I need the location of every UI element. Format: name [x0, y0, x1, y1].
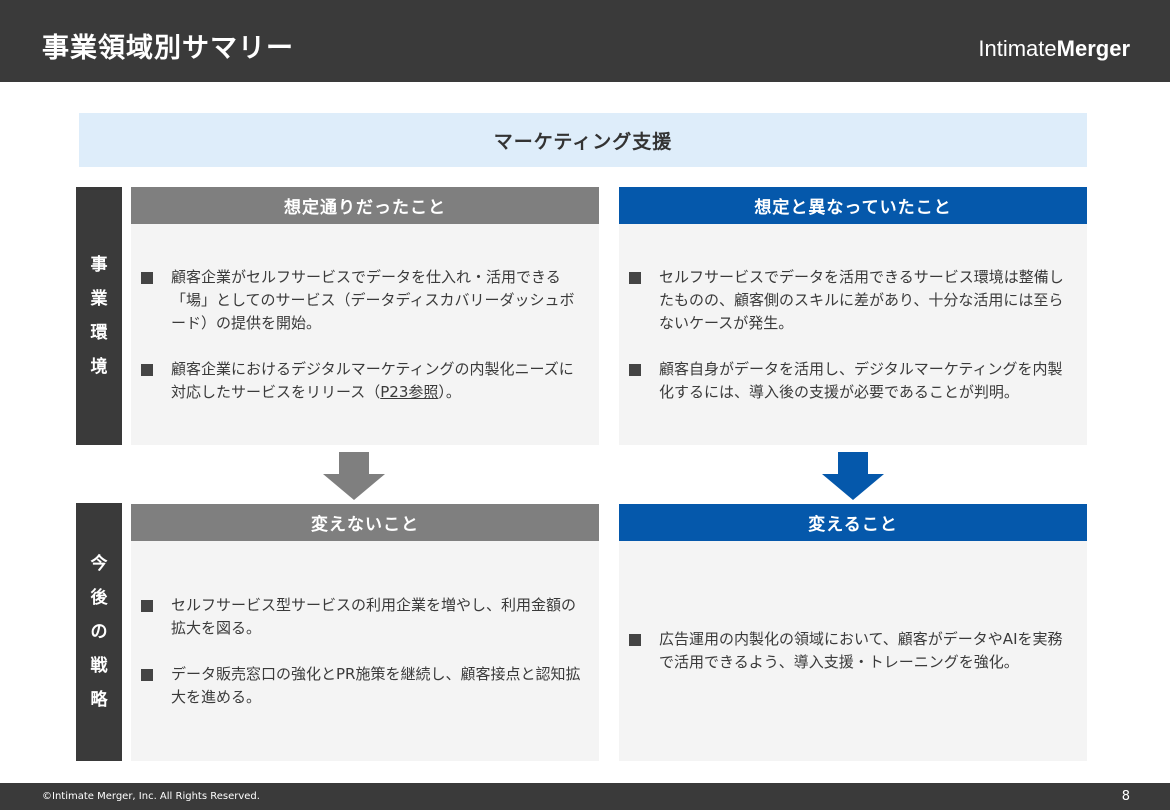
section-title: マーケティング支援 [493, 130, 673, 153]
bullet-square-icon [629, 634, 641, 646]
header-unexpected-label: 想定と異なっていたこと [754, 198, 952, 218]
arrow-head [323, 474, 385, 500]
list-item: データ販売窓口の強化とPR施策を継続し、顧客接点と認知拡大を進める。 [141, 663, 583, 709]
page-title: 事業領域別サマリー [42, 33, 294, 64]
bullet-text: セルフサービス型サービスの利用企業を増やし、利用金額の拡大を図る。 [171, 595, 577, 637]
header-expected-label: 想定通りだったこと [284, 198, 446, 218]
page-reference-link[interactable]: P23参照 [380, 383, 438, 401]
list-item: セルフサービスでデータを活用できるサービス環境は整備したものの、顧客側のスキルに… [629, 266, 1071, 335]
section-banner: マーケティング支援 [79, 113, 1087, 167]
logo-light-text: Intimate [978, 36, 1057, 61]
side-label-future-strategy: 今 後 の 戦 略 [76, 503, 122, 761]
top-bar: 事業領域別サマリー IntimateMerger [0, 0, 1170, 82]
panel-unexpected: セルフサービスでデータを活用できるサービス環境は整備したものの、顧客側のスキルに… [619, 224, 1087, 445]
bullet-square-icon [141, 668, 153, 681]
list-item: セルフサービス型サービスの利用企業を増やし、利用金額の拡大を図る。 [141, 594, 583, 640]
list-item: 広告運用の内製化の領域において、顧客がデータやAIを実務で活用できるよう、導入支… [629, 628, 1071, 674]
header-expected: 想定通りだったこと [131, 187, 599, 224]
panel-unchanged: セルフサービス型サービスの利用企業を増やし、利用金額の拡大を図る。 データ販売窓… [131, 541, 599, 761]
logo-bold-text: Merger [1056, 36, 1130, 61]
panel-expected: 顧客企業がセルフサービスでデータを仕入れ・活用できる「場」としてのサービス（デー… [131, 224, 599, 445]
header-unexpected: 想定と異なっていたこと [619, 187, 1087, 224]
bullet-square-icon [629, 363, 641, 376]
bullet-text: 顧客企業がセルフサービスでデータを仕入れ・活用できる「場」としてのサービス（デー… [171, 267, 575, 332]
bullet-square-icon [141, 271, 153, 284]
header-unchanged-label: 変えないこと [311, 515, 419, 535]
arrow-head [822, 474, 884, 500]
panel-changing: 広告運用の内製化の領域において、顧客がデータやAIを実務で活用できるよう、導入支… [619, 541, 1087, 761]
bullet-text: 広告運用の内製化の領域において、顧客がデータやAIを実務で活用できるよう、導入支… [659, 630, 1063, 671]
side-label-char: 境 [90, 357, 108, 377]
side-label-char: 戦 [90, 656, 108, 676]
side-label-char: 業 [90, 289, 108, 309]
bullet-text: セルフサービスでデータを活用できるサービス環境は整備したものの、顧客側のスキルに… [659, 267, 1064, 332]
side-label-char: 環 [90, 323, 108, 343]
bullet-text: 顧客企業におけるデジタルマーケティングの内製化ニーズに対応したサービスをリリース… [171, 358, 583, 404]
bullet-square-icon [141, 363, 153, 376]
bullet-square-icon [141, 599, 153, 612]
header-unchanged: 変えないこと [131, 504, 599, 541]
list-item: 顧客企業がセルフサービスでデータを仕入れ・活用できる「場」としてのサービス（デー… [141, 266, 583, 335]
side-label-char: 事 [90, 255, 108, 275]
intimate-merger-logo: IntimateMerger [978, 36, 1130, 62]
header-changing-label: 変えること [808, 515, 898, 535]
side-label-business-environment: 事 業 環 境 [76, 187, 122, 445]
page-number: 8 [1121, 789, 1130, 804]
side-label-char: 略 [90, 690, 108, 710]
bullet-text-after: ）。 [438, 382, 461, 401]
side-label-char: 今 [90, 554, 108, 574]
arrow-shaft [339, 452, 369, 474]
arrow-shaft [838, 452, 868, 474]
bullet-text: 顧客自身がデータを活用し、デジタルマーケティングを内製化するには、導入後の支援が… [659, 359, 1063, 401]
bullet-text: データ販売窓口の強化とPR施策を継続し、顧客接点と認知拡大を進める。 [171, 664, 581, 706]
list-item: 顧客企業におけるデジタルマーケティングの内製化ニーズに対応したサービスをリリース… [141, 358, 583, 404]
copyright-text: ©Intimate Merger, Inc. All Rights Reserv… [42, 791, 260, 802]
bullet-text-before: 顧客企業におけるデジタルマーケティングの内製化ニーズに対応したサービスをリリース… [171, 359, 574, 401]
bullet-square-icon [629, 271, 641, 284]
header-changing: 変えること [619, 504, 1087, 541]
list-item: 顧客自身がデータを活用し、デジタルマーケティングを内製化するには、導入後の支援が… [629, 358, 1071, 404]
side-label-char: 後 [90, 588, 108, 608]
side-label-char: の [90, 622, 108, 642]
footer-bar: ©Intimate Merger, Inc. All Rights Reserv… [0, 783, 1170, 810]
